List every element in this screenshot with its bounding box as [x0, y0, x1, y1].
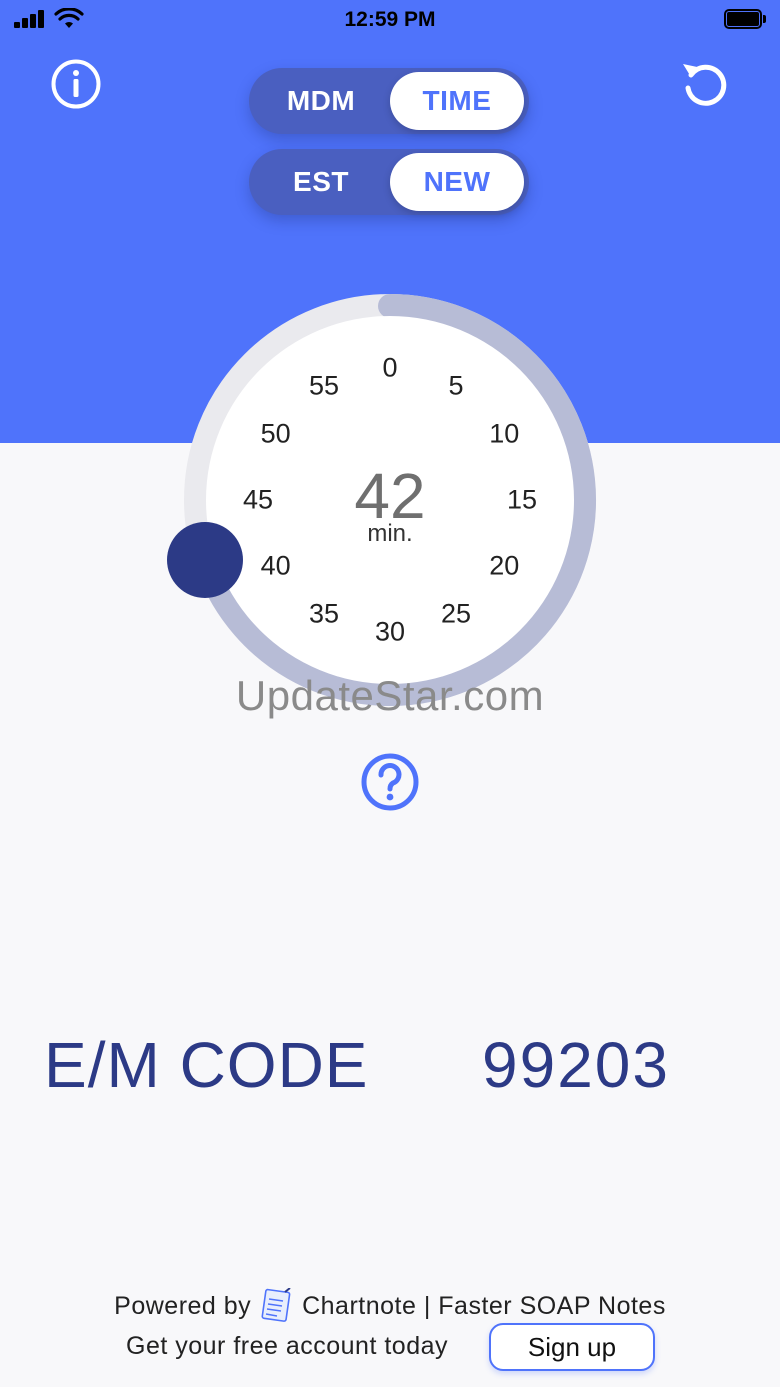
- em-code-value: 99203: [482, 1029, 670, 1101]
- status-time: 12:59 PM: [344, 8, 436, 31]
- em-code-label: E/M CODE: [44, 1029, 369, 1101]
- mode-option-time[interactable]: TIME: [390, 72, 524, 130]
- chartnote-logo-icon: [261, 1288, 291, 1322]
- dial-tick-40: 40: [260, 550, 291, 581]
- question-circle-icon: [361, 753, 419, 811]
- powered-by-line: Powered by Chartnote | Faster SOAP Notes: [0, 1288, 780, 1322]
- mode-toggle: MDM TIME: [249, 68, 529, 134]
- patient-option-new[interactable]: NEW: [390, 153, 524, 211]
- dial-tick-15: 15: [506, 484, 538, 515]
- minutes-value: 42: [354, 460, 426, 532]
- battery-icon: [724, 9, 766, 29]
- dial-tick-35: 35: [308, 598, 340, 629]
- sign-up-button[interactable]: Sign up: [489, 1323, 655, 1371]
- dial-tick-45: 45: [242, 484, 274, 515]
- dial-tick-20: 20: [489, 550, 520, 581]
- help-button[interactable]: [360, 752, 420, 812]
- brand-link[interactable]: Chartnote | Faster SOAP Notes: [302, 1292, 666, 1320]
- watermark-text: UpdateStar.com: [235, 672, 545, 719]
- status-bar: 12:59 PM: [0, 0, 780, 40]
- reset-button[interactable]: [678, 56, 732, 110]
- dial-tick-30: 30: [374, 616, 406, 647]
- undo-icon: [683, 64, 727, 106]
- mode-option-mdm[interactable]: MDM: [253, 68, 389, 134]
- dial-tick-25: 25: [440, 598, 472, 629]
- powered-by-text: Powered by: [114, 1292, 252, 1320]
- info-circle-icon: [51, 59, 101, 109]
- patient-type-toggle: EST NEW: [249, 149, 529, 215]
- dial-handle[interactable]: [167, 521, 244, 598]
- info-button[interactable]: [50, 58, 102, 110]
- header-background: [0, 0, 780, 443]
- patient-option-est[interactable]: EST: [253, 149, 389, 215]
- cta-text: Get your free account today: [126, 1332, 449, 1360]
- minutes-unit: min.: [367, 520, 413, 547]
